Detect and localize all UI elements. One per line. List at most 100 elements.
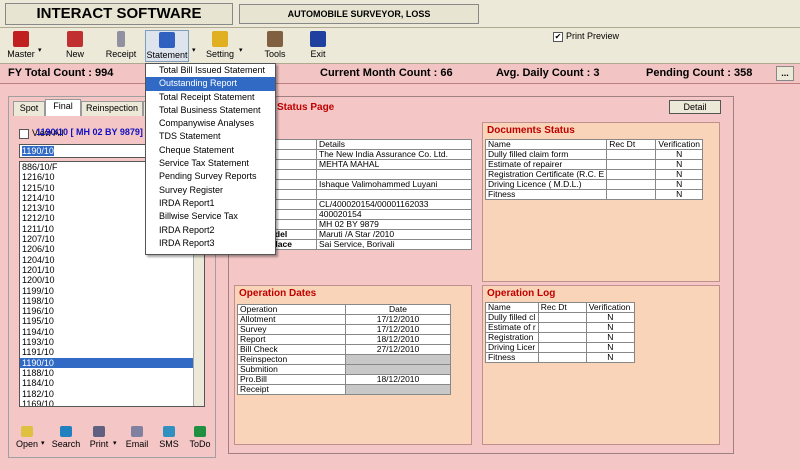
tools-button[interactable]: Tools: [262, 30, 288, 62]
doc-verification: N: [655, 159, 703, 170]
print-preview-checkbox[interactable]: ✔ Print Preview: [553, 31, 619, 42]
table-row[interactable]: Bill Check 27/12/2010: [237, 344, 451, 355]
list-item[interactable]: 1193/10: [20, 337, 204, 347]
menu-item[interactable]: Total Business Statement: [146, 104, 275, 117]
log-name: Fitness: [485, 352, 539, 363]
list-item[interactable]: 1204/10: [20, 255, 204, 265]
operation-date: [345, 384, 451, 395]
operation-date: 27/12/2010: [345, 344, 451, 355]
search-button[interactable]: Search: [51, 425, 81, 457]
doc-name: Registration Certificate (R.C. E: [484, 169, 608, 180]
menu-item[interactable]: Billwise Service Tax: [146, 210, 275, 223]
count-bar: FY Total Count : 994 Current Month Count…: [0, 64, 800, 84]
table-row[interactable]: Fitness N: [484, 189, 703, 200]
menu-item[interactable]: TDS Statement: [146, 130, 275, 143]
list-item[interactable]: 1191/10: [20, 347, 204, 357]
doc-name: Dully filled claim form: [484, 149, 608, 160]
menu-item[interactable]: Companywise Analyses: [146, 117, 275, 130]
menu-item[interactable]: Outstanding Report: [146, 77, 275, 91]
table-row[interactable]: Registration Certificate (R.C. E N: [484, 169, 703, 180]
table-row[interactable]: Fitness N: [485, 352, 636, 363]
view-all-check[interactable]: [19, 128, 29, 139]
table-row[interactable]: Receipt: [237, 384, 451, 395]
open-dropdown-arrow[interactable]: ▾: [41, 439, 45, 447]
list-item[interactable]: 1201/10: [20, 265, 204, 275]
table-row[interactable]: Pro.Bill 18/12/2010: [237, 374, 451, 385]
table-row[interactable]: Driving Licer N: [485, 342, 636, 353]
more-button[interactable]: ...: [776, 66, 794, 81]
receipt-button[interactable]: Receipt: [104, 30, 138, 62]
menu-item[interactable]: Survey Register: [146, 184, 275, 197]
list-item[interactable]: 1190/10: [20, 357, 204, 368]
detail-value: 400020154: [316, 209, 472, 220]
table-row[interactable]: Reinspecton: [237, 354, 451, 365]
menu-item[interactable]: IRDA Report2: [146, 224, 275, 237]
table-row[interactable]: Driving Licence ( M.D.L.) N: [484, 179, 703, 190]
detail-value: Maruti /A Star /2010: [316, 229, 472, 240]
operation-name: Reinspecton: [237, 354, 346, 365]
detail-button[interactable]: Detail: [669, 100, 721, 114]
list-item[interactable]: 1200/10: [20, 275, 204, 285]
log-name: Registration: [485, 332, 539, 343]
list-item[interactable]: 1196/10: [20, 306, 204, 316]
master-button[interactable]: Master: [6, 30, 36, 62]
log-verification: N: [585, 342, 636, 353]
log-verification: N: [585, 332, 636, 343]
operation-name: Bill Check: [237, 344, 346, 355]
list-item[interactable]: 1188/10: [20, 368, 204, 378]
menu-item[interactable]: IRDA Report1: [146, 197, 275, 210]
master-dropdown-arrow[interactable]: ▾: [38, 46, 42, 54]
tab-reinspection[interactable]: Reinspection: [81, 101, 143, 116]
log-verification: N: [585, 322, 636, 333]
list-item[interactable]: 1169/10: [20, 399, 204, 406]
email-icon: [131, 426, 143, 437]
menu-item[interactable]: Pending Survey Reports: [146, 170, 275, 183]
menu-item[interactable]: Total Bill Issued Statement: [146, 64, 275, 77]
menu-item[interactable]: Service Tax Statement: [146, 157, 275, 170]
menu-item[interactable]: Total Receipt Statement: [146, 91, 275, 104]
setting-button[interactable]: Setting: [204, 30, 236, 62]
tab-spot[interactable]: Spot: [13, 101, 45, 116]
new-button[interactable]: New: [62, 30, 88, 62]
email-button[interactable]: Email: [123, 425, 151, 457]
doc-verification: N: [655, 149, 703, 160]
open-button[interactable]: Open: [15, 425, 39, 457]
table-row[interactable]: Estimate of repairer N: [484, 159, 703, 170]
table-row[interactable]: Survey 17/12/2010: [237, 324, 451, 335]
operation-date: 18/12/2010: [345, 374, 451, 385]
menu-item[interactable]: IRDA Report3: [146, 237, 275, 250]
table-row[interactable]: Report 18/12/2010: [237, 334, 451, 345]
toolbar: Master ▾ New Receipt Statement ▾ Setting…: [0, 28, 800, 64]
pending-count: Pending Count : 358: [646, 67, 753, 79]
list-item[interactable]: 1195/10: [20, 316, 204, 326]
statement-dropdown-arrow[interactable]: ▾: [192, 46, 196, 54]
menu-item[interactable]: Cheque Statement: [146, 144, 275, 157]
print-dropdown-arrow[interactable]: ▾: [113, 439, 117, 447]
print-button[interactable]: Print: [87, 425, 111, 457]
print-preview-check[interactable]: ✔: [553, 31, 563, 42]
todo-button[interactable]: ToDo: [187, 425, 213, 457]
table-row[interactable]: Estimate of r N: [485, 322, 636, 333]
new-icon: [67, 31, 83, 47]
list-item[interactable]: 1198/10: [20, 296, 204, 306]
operation-name: Submition: [237, 364, 346, 375]
tools-icon: [267, 31, 283, 47]
operation-name: Allotment: [237, 314, 346, 325]
operation-dates-title: Operation Dates: [239, 288, 317, 299]
sms-button[interactable]: SMS: [157, 425, 181, 457]
title-bar: INTERACT SOFTWARE AUTOMOBILE SURVEYOR, L…: [0, 0, 800, 37]
table-row[interactable]: Submition: [237, 364, 451, 375]
operation-name: Survey: [237, 324, 346, 335]
list-item[interactable]: 1182/10: [20, 389, 204, 399]
setting-dropdown-arrow[interactable]: ▾: [239, 46, 243, 54]
table-row[interactable]: Allotment 17/12/2010: [237, 314, 451, 325]
tab-final[interactable]: Final: [45, 99, 81, 116]
list-item[interactable]: 1199/10: [20, 286, 204, 296]
table-row[interactable]: Dully filled claim form N: [484, 149, 703, 160]
table-row[interactable]: Registration N: [485, 332, 636, 343]
statement-button[interactable]: Statement: [145, 30, 189, 62]
list-item[interactable]: 1194/10: [20, 327, 204, 337]
table-row[interactable]: Dully filled cl N: [485, 312, 636, 323]
list-item[interactable]: 1184/10: [20, 378, 204, 388]
exit-button[interactable]: Exit: [306, 30, 330, 62]
